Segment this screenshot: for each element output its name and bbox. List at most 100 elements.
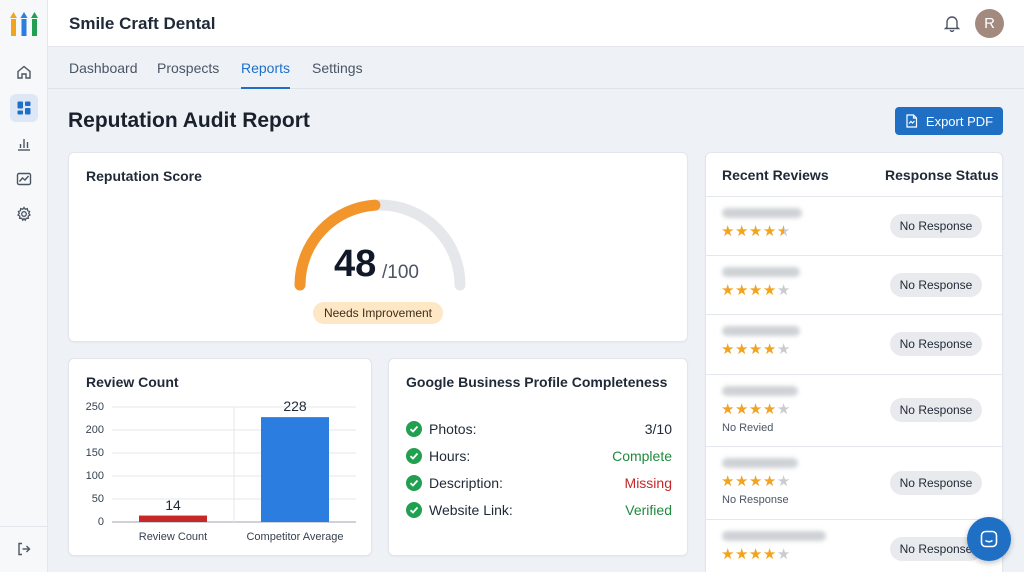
reviewer-name-redacted [722, 458, 798, 468]
star-icon: ★ [748, 473, 763, 490]
bell-icon[interactable] [943, 14, 961, 32]
star-icon: ★ [762, 401, 777, 418]
gbp-row-value: Verified [625, 502, 672, 518]
export-pdf-button[interactable]: Export PDF [895, 107, 1003, 135]
star-rating: ★★★★★ [721, 547, 791, 562]
gbp-row: Website Link: Verified [406, 501, 672, 521]
nav-home[interactable] [10, 58, 38, 86]
check-circle-icon [406, 421, 422, 437]
response-status-pill[interactable]: No Response [890, 398, 982, 422]
gbp-row-label: Photos: [429, 421, 477, 437]
star-rating: ★★★★★ [721, 402, 791, 417]
check-circle-icon [406, 448, 422, 464]
x-tick-label: Competitor Average [246, 531, 344, 543]
review-subtext: No Revied [722, 422, 774, 434]
y-tick-label: 100 [85, 470, 104, 482]
star-icon: ★ [776, 223, 791, 240]
star-icon: ★ [776, 473, 791, 490]
gear-icon [17, 206, 31, 222]
star-icon: ★ [748, 223, 763, 240]
y-tick-label: 50 [91, 493, 104, 505]
tab-dashboard[interactable]: Dashboard [69, 60, 138, 89]
response-status-pill[interactable]: No Response [890, 214, 982, 238]
chat-button[interactable] [967, 517, 1011, 561]
star-rating: ★★★★★ [721, 342, 791, 357]
star-icon: ★ [721, 401, 735, 418]
nav-logout[interactable] [10, 535, 38, 563]
reviewer-name-redacted [722, 326, 800, 336]
x-tick-label: Review Count [138, 531, 208, 543]
bar [261, 417, 329, 522]
star-icon: ★ [762, 223, 777, 240]
brand-name: Smile Craft Dental [69, 14, 216, 33]
gbp-row: Description: Missing [406, 474, 672, 494]
review-divider [706, 314, 1002, 315]
star-rating: ★★★★★ [721, 224, 791, 239]
tab-bar: Dashboard Prospects Reports Settings [48, 48, 1024, 89]
response-status-pill[interactable]: No Response [890, 332, 982, 356]
chat-icon [980, 530, 998, 548]
star-icon: ★ [734, 546, 749, 563]
star-icon: ★ [748, 401, 763, 418]
star-icon: ★ [734, 473, 749, 490]
star-icon: ★ [776, 546, 791, 563]
review-divider [706, 374, 1002, 375]
bar [139, 515, 207, 522]
logout-icon [18, 542, 31, 556]
tab-settings[interactable]: Settings [312, 60, 363, 89]
gbp-row-label: Website Link: [429, 502, 513, 518]
gauge-track [294, 199, 466, 291]
star-rating: ★★★★★ [721, 474, 791, 489]
bar-value-label: 14 [165, 496, 181, 513]
star-icon: ★ [721, 223, 735, 240]
star-icon: ★ [762, 341, 777, 358]
response-status-pill[interactable]: No Response [890, 471, 982, 495]
star-icon: ★ [734, 223, 749, 240]
review-divider [706, 196, 1002, 197]
review-divider [706, 519, 1002, 520]
pdf-file-icon [906, 114, 918, 128]
check-circle-icon [406, 502, 422, 518]
logo-icon [10, 12, 38, 36]
star-icon: ★ [721, 341, 735, 358]
star-icon: ★ [776, 341, 791, 358]
response-status-header: Response Status [885, 167, 999, 183]
star-icon: ★ [721, 473, 735, 490]
nav-dashboard[interactable] [10, 94, 38, 122]
gbp-completeness-title: Google Business Profile Completeness [406, 374, 668, 390]
star-icon: ★ [762, 546, 777, 563]
star-icon: ★ [776, 282, 791, 299]
response-status-pill[interactable]: No Response [890, 273, 982, 297]
gbp-row-value: Missing [624, 475, 672, 491]
bar-chart-icon [18, 139, 30, 151]
y-tick-label: 200 [85, 424, 104, 436]
nav-settings[interactable] [10, 200, 38, 228]
avatar[interactable]: R [975, 9, 1004, 38]
score-gauge [294, 199, 466, 291]
home-icon [17, 65, 31, 79]
tab-prospects[interactable]: Prospects [157, 60, 219, 89]
star-icon: ★ [762, 473, 777, 490]
reviewer-name-redacted [722, 267, 800, 277]
score-value: 48 [334, 243, 377, 285]
nav-analytics[interactable] [10, 130, 38, 158]
star-icon: ★ [721, 282, 735, 299]
nav-reports[interactable] [10, 165, 38, 193]
export-pdf-label: Export PDF [925, 113, 994, 129]
tab-reports[interactable]: Reports [241, 60, 291, 89]
star-rating: ★★★★★ [721, 283, 791, 298]
bar-value-label: 228 [283, 398, 307, 415]
reviewer-name-redacted [722, 208, 802, 218]
score-max: /100 [382, 262, 419, 283]
star-icon: ★ [734, 282, 749, 299]
star-icon: ★ [748, 546, 763, 563]
page-title: Reputation Audit Report [68, 109, 310, 132]
star-icon: ★ [721, 546, 735, 563]
dashboard-icon [17, 101, 31, 115]
gbp-row-value: Complete [612, 448, 672, 464]
y-tick-label: 250 [85, 401, 104, 413]
gbp-row: Hours: Complete [406, 447, 672, 467]
review-count-title: Review Count [86, 374, 179, 390]
recent-reviews-title: Recent Reviews [722, 167, 829, 183]
sidebar-divider [0, 526, 48, 527]
